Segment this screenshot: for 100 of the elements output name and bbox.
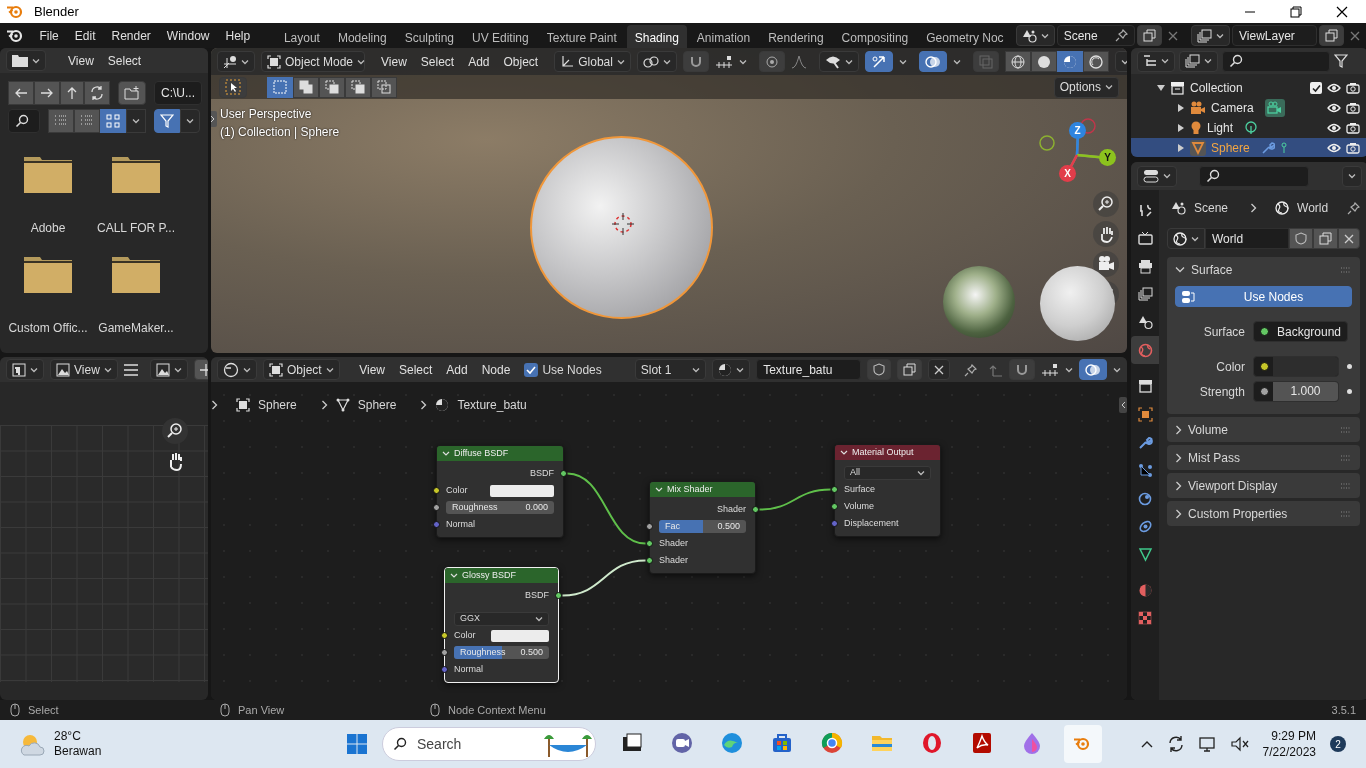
node-card[interactable]: Diffuse BSDF BSDF Color Roughness 0.000 Normal (436, 445, 564, 538)
node-header[interactable]: Mix Shader (650, 482, 755, 497)
menu-item[interactable]: Add (464, 52, 494, 71)
clock-date[interactable]: 7/22/2023 (1262, 744, 1316, 760)
outliner-row[interactable]: Collection (1131, 78, 1366, 98)
node-title: Diffuse BSDF (454, 446, 509, 460)
menu-item[interactable]: Help (218, 26, 258, 45)
outliner-row[interactable]: Light (1131, 118, 1366, 138)
outliner-item-label[interactable]: Sphere (1211, 139, 1250, 157)
value-slider[interactable]: Fac 0.500 (659, 520, 746, 533)
world-name-field[interactable]: World (1205, 228, 1289, 249)
menu-item[interactable]: File (32, 26, 66, 45)
menu-item[interactable]: View (355, 360, 389, 379)
node-header[interactable]: Diffuse BSDF (437, 446, 563, 461)
menu-item[interactable]: Add (442, 360, 472, 379)
workspace-tab[interactable]: Shading (626, 25, 687, 50)
panel-header[interactable]: Surface (1167, 257, 1360, 282)
workspace-tab[interactable]: Texture Paint (538, 25, 625, 50)
status-hint: Node Context Menu (448, 702, 546, 718)
view-layer-field[interactable]: ViewLayer (1232, 25, 1317, 46)
path-field[interactable]: C:\U... (154, 81, 202, 105)
menu-item[interactable]: Select (416, 52, 459, 71)
socket-label: Displacement (844, 516, 899, 530)
axis-label[interactable]: Y (1099, 149, 1116, 166)
menu-item[interactable]: Object (499, 52, 543, 71)
node-dropdown[interactable]: GGX (454, 611, 549, 626)
node-header[interactable]: Material Output (835, 445, 940, 460)
search-bar[interactable]: Search (382, 727, 596, 761)
outliner-item-label[interactable]: Light (1207, 119, 1234, 137)
socket-label: BSDF (530, 466, 554, 480)
menu-item[interactable]: Window (159, 26, 217, 45)
panel-header[interactable]: Mist Pass (1167, 445, 1360, 470)
folder-name[interactable]: Adobe (30, 219, 66, 237)
value-slider[interactable]: Roughness 0.000 (446, 501, 554, 514)
breadcrumb-item[interactable]: Sphere (357, 396, 397, 414)
menu-item[interactable]: View (377, 52, 411, 71)
menu-item[interactable]: Select (395, 360, 437, 379)
menu-item[interactable]: Edit (67, 26, 103, 45)
use-nodes-button[interactable]: Use Nodes (1175, 286, 1352, 307)
node-card[interactable]: Mix Shader Shader Fac 0.500 Shader Shader (649, 481, 756, 574)
menu-item[interactable]: Node (477, 360, 515, 379)
menu-item[interactable]: Select (103, 51, 146, 70)
axis-label[interactable]: Z (1069, 122, 1086, 139)
search-input[interactable]: Search (415, 732, 535, 756)
breadcrumb-item[interactable]: Texture_batu (457, 396, 527, 414)
mode-dropdown[interactable]: Object Mode (261, 51, 365, 72)
workspace-tab[interactable]: UV Editing (464, 25, 537, 50)
socket-label: Normal (446, 517, 475, 531)
workspace-tab[interactable]: Compositing (833, 25, 917, 50)
panel-title: Mist Pass (1188, 449, 1240, 467)
temperature-text[interactable]: 28°C (54, 729, 102, 744)
node-header[interactable]: Glossy BSDF (445, 568, 558, 583)
field-label: Surface (1202, 323, 1245, 341)
socket-label: Normal (454, 662, 483, 676)
checkbox-label[interactable]: Use Nodes (542, 360, 602, 379)
options-dropdown[interactable]: Options (1053, 76, 1119, 98)
breadcrumb-item[interactable]: World (1297, 199, 1329, 217)
socket-label: Color (446, 483, 468, 497)
viewport-info-text: User Perspective (220, 106, 313, 123)
breadcrumb-item[interactable]: Scene (1194, 199, 1229, 217)
axis-label[interactable]: X (1059, 165, 1076, 182)
workspace-tab[interactable]: Rendering (760, 25, 832, 50)
folder-name[interactable]: Custom Offic... (8, 319, 88, 337)
outliner-row[interactable]: Sphere (1131, 138, 1366, 157)
link-field[interactable]: Background (1253, 321, 1349, 342)
socket-label: Shader (716, 502, 746, 516)
panel-title: Viewport Display (1188, 477, 1278, 495)
socket-label: BSDF (525, 588, 549, 602)
workspace-tab[interactable]: Sculpting (396, 25, 462, 50)
folder-name[interactable]: CALL FOR P... (97, 219, 175, 237)
outliner-item-label[interactable]: Camera (1211, 99, 1254, 117)
panel-header[interactable]: Custom Properties (1167, 501, 1360, 526)
folder-name[interactable]: GameMaker... (98, 319, 174, 337)
workspace-tab[interactable]: Animation (688, 25, 759, 50)
notification-count[interactable]: 2 (1330, 736, 1346, 752)
status-hint: Select (28, 702, 59, 718)
view-dropdown[interactable]: View (50, 359, 118, 380)
clock-time[interactable]: 9:29 PM (1262, 728, 1316, 744)
outliner-row[interactable]: Camera (1131, 98, 1366, 118)
slot-dropdown[interactable]: Slot 1 (634, 359, 707, 380)
menu-item[interactable]: Render (104, 26, 158, 45)
panel-title: Custom Properties (1188, 505, 1288, 523)
node-title: Mix Shader (667, 482, 713, 496)
workspace-tab[interactable]: Modeling (329, 25, 395, 50)
panel-header[interactable]: Volume (1167, 417, 1360, 442)
node-card[interactable]: Material Output All Surface Volume Displacement (834, 444, 941, 537)
window-title: Blender (34, 2, 79, 21)
outliner-item-label[interactable]: Collection (1190, 79, 1243, 97)
workspace-tab[interactable]: Layout (275, 25, 328, 50)
breadcrumb-item[interactable]: Sphere (258, 396, 297, 414)
scene-field[interactable]: Scene (1056, 25, 1136, 46)
socket-label: Shader (659, 536, 689, 550)
menu-item[interactable]: View (64, 51, 98, 70)
material-name-field[interactable]: Texture_batu (756, 359, 861, 380)
object-type-dropdown[interactable]: Object (263, 359, 340, 380)
orientation-dropdown[interactable]: Global (554, 51, 631, 72)
panel-header[interactable]: Viewport Display (1167, 473, 1360, 498)
workspace-tab[interactable]: Geometry Noc (918, 25, 1012, 50)
weather-text[interactable]: Berawan (54, 744, 102, 759)
node-dropdown[interactable]: All (844, 465, 931, 480)
